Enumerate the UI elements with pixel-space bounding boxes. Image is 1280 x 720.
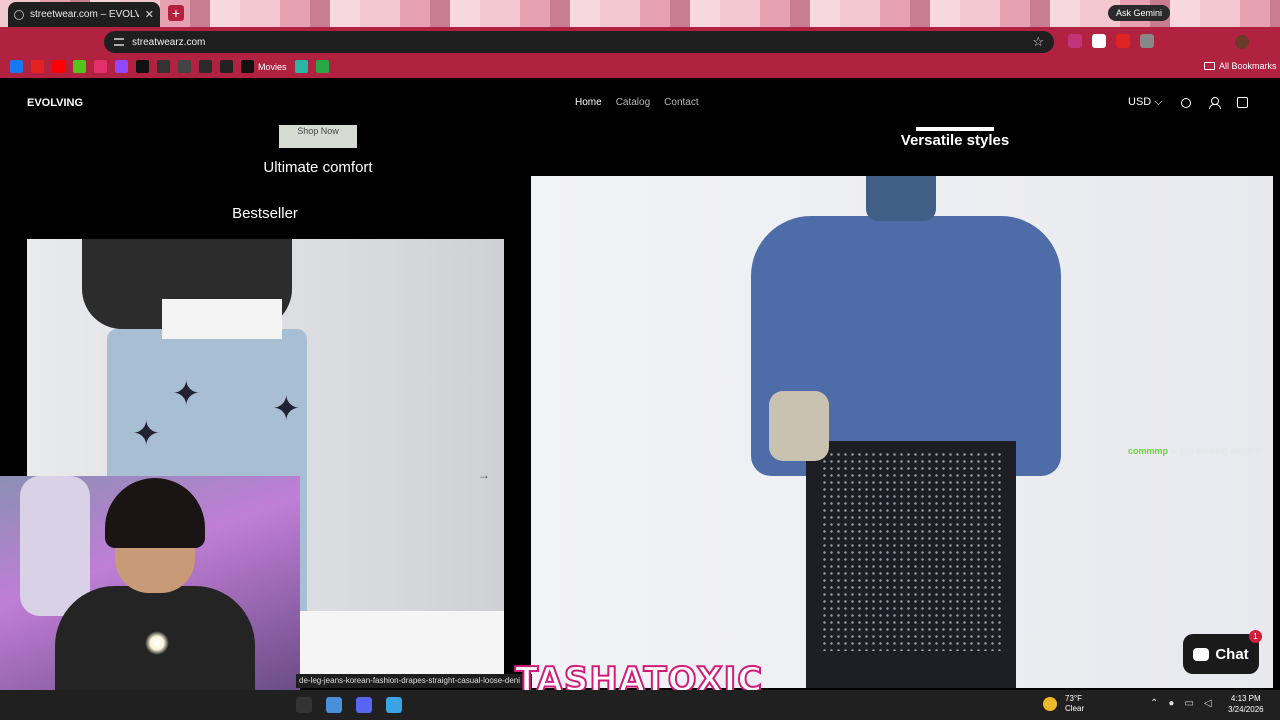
nav-home[interactable]: Home	[575, 97, 602, 108]
shirt-shape	[162, 299, 282, 339]
all-bookmarks-button[interactable]: All Bookmarks	[1204, 61, 1277, 71]
chevron-up-icon[interactable]: ⌃	[1150, 698, 1158, 709]
taskbar-apps	[296, 697, 402, 713]
chat-label: Chat	[1215, 645, 1249, 663]
new-tab-button[interactable]: +	[168, 5, 184, 21]
store-logo[interactable]: EVOLVING	[27, 97, 83, 109]
youtube-bookmark-icon[interactable]	[52, 60, 65, 73]
weather-temp: 73°F	[1065, 694, 1082, 703]
close-tab-icon[interactable]: ✕	[145, 8, 154, 21]
ask-gemini-button[interactable]: Ask Gemini	[1108, 5, 1171, 21]
bookmark-icon[interactable]	[178, 60, 191, 73]
bookmark-icon[interactable]	[315, 60, 329, 73]
weather-condition: Clear	[1065, 704, 1085, 713]
site-settings-icon[interactable]	[114, 38, 124, 46]
microphone-icon[interactable]: ●	[1168, 698, 1174, 709]
system-tray: ⌃ ● ▭ ◁	[1150, 698, 1212, 709]
bookmark-star-icon[interactable]: ☆	[1032, 34, 1044, 50]
browser-tab[interactable]: streetwear.com – EVOLVING ✕	[8, 2, 160, 27]
cap-shape	[866, 176, 936, 221]
bookmark-icon[interactable]	[199, 60, 212, 73]
chat-username: commmp	[1128, 446, 1169, 456]
bag-shape	[769, 391, 829, 461]
bookmark-icon[interactable]	[31, 60, 44, 73]
url-text: streatwearz.com	[132, 36, 206, 48]
ultimate-comfort-heading: Ultimate comfort	[263, 159, 373, 176]
extensions-toolbar	[1068, 34, 1154, 48]
person-hair	[105, 478, 205, 548]
url-input[interactable]: streatwearz.com ☆	[104, 31, 1054, 53]
cross-print-icon: ✦	[132, 415, 161, 453]
taskbar	[0, 690, 1280, 720]
link-status-url: de-leg-jeans-korean-fashion-drapes-strai…	[296, 674, 532, 688]
app-icon[interactable]	[296, 697, 312, 713]
cross-print-icon: ✦	[172, 375, 201, 413]
display-icon[interactable]: ▭	[1184, 698, 1193, 709]
facebook-bookmark-icon[interactable]	[10, 60, 23, 73]
clock-time: 4:13 PM	[1230, 694, 1261, 703]
chat-notification-badge: 1	[1249, 630, 1262, 643]
moon-icon	[1043, 697, 1057, 711]
twitch-bookmark-icon[interactable]	[115, 60, 128, 73]
extension-icon[interactable]	[1116, 34, 1130, 48]
tab-strip	[0, 0, 1280, 27]
extension-icon[interactable]	[1140, 34, 1154, 48]
chat-button[interactable]: Chat	[1183, 634, 1259, 674]
carousel-next-arrow-icon[interactable]: →	[478, 468, 490, 482]
section-divider	[916, 127, 994, 131]
bookmark-movies[interactable]: Movies	[258, 62, 287, 72]
chat-text: ik you thinking about th	[1170, 446, 1263, 456]
bookmark-icon[interactable]	[220, 60, 233, 73]
app-icon[interactable]	[386, 697, 402, 713]
all-bookmarks-label: All Bookmarks	[1219, 61, 1277, 71]
discord-app-icon[interactable]	[356, 697, 372, 713]
nav-catalog[interactable]: Catalog	[616, 97, 650, 108]
light-glow	[145, 631, 169, 655]
extension-icon[interactable]	[1092, 34, 1106, 48]
header-actions: USD ⌵	[1128, 96, 1248, 109]
extension-icon[interactable]	[1068, 34, 1082, 48]
weather-widget[interactable]: 73°F Clear	[1043, 694, 1084, 714]
x-bookmark-icon[interactable]	[136, 60, 149, 73]
site-favicon-icon	[14, 9, 24, 20]
bestseller-heading: Bestseller	[232, 205, 298, 222]
tab-title: streetwear.com – EVOLVING	[30, 9, 139, 20]
nav-contact[interactable]: Contact	[664, 97, 698, 108]
profile-avatar[interactable]	[1235, 35, 1249, 49]
shop-now-button[interactable]: Shop Now	[279, 125, 357, 148]
chair-shape	[20, 476, 90, 616]
weather-text: 73°F Clear	[1065, 694, 1084, 714]
notepad-app-icon[interactable]	[326, 697, 342, 713]
clock-date: 3/24/2026	[1228, 705, 1264, 714]
webcam-overlay	[0, 476, 300, 692]
instagram-bookmark-icon[interactable]	[94, 60, 107, 73]
cart-icon[interactable]	[1236, 97, 1248, 108]
volume-icon[interactable]: ◁	[1204, 698, 1212, 709]
cross-print-icon: ✦	[272, 390, 301, 428]
kick-bookmark-icon[interactable]	[73, 60, 86, 73]
versatile-styles-heading: Versatile styles	[900, 132, 1010, 149]
taskbar-clock[interactable]: 4:13 PM 3/24/2026	[1228, 693, 1264, 715]
search-icon[interactable]	[1180, 97, 1191, 108]
movies-bookmark-icon[interactable]	[241, 60, 254, 73]
account-icon[interactable]	[1208, 97, 1221, 109]
currency-selector[interactable]: USD ⌵	[1128, 96, 1163, 109]
bookmark-icon[interactable]	[294, 60, 308, 73]
stream-chat-message: commmp ik you thinking about th	[1128, 446, 1263, 456]
versatile-styles-image[interactable]	[531, 176, 1273, 688]
rhinestone-pattern	[821, 451, 1001, 651]
bookmark-list: Movies	[10, 60, 329, 73]
folder-icon	[1204, 62, 1215, 70]
chat-bubble-icon	[1193, 647, 1210, 661]
main-nav: Home Catalog Contact	[575, 97, 699, 108]
bookmark-icon[interactable]	[157, 60, 170, 73]
